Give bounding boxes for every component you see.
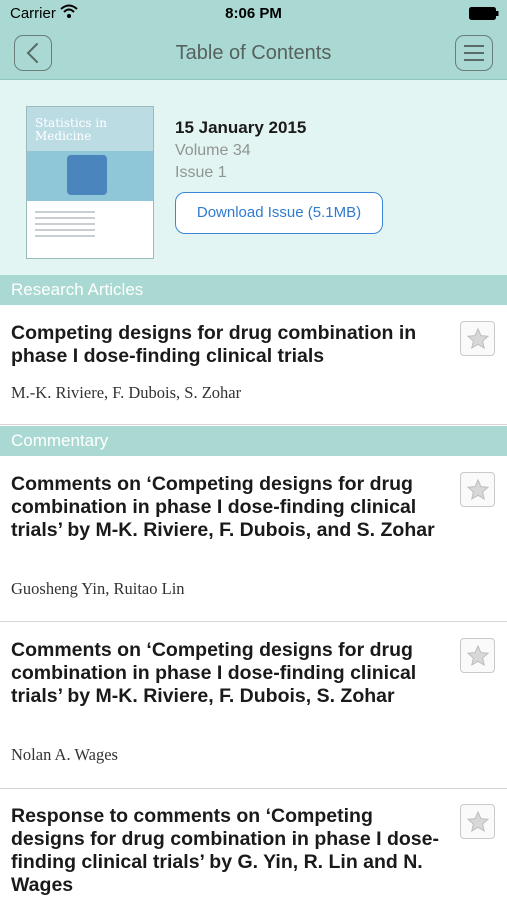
article-title: Comments on ‘Competing designs for drug … (11, 473, 435, 541)
article-title: Response to comments on ‘Competing desig… (11, 805, 439, 896)
favorite-button[interactable] (460, 804, 495, 839)
cover-title: Statistics in Medicine (35, 116, 107, 143)
article-authors: M.-K. Riviere, F. Dubois, S. Zohar (11, 383, 242, 402)
issue-volume: Volume 34 (175, 142, 251, 159)
star-icon (466, 478, 490, 501)
status-bar: Carrier 8:06 PM (0, 0, 507, 28)
article-authors: Guosheng Yin, Ruitao Lin (11, 579, 185, 598)
section-header-commentary: Commentary (0, 426, 507, 456)
favorite-button[interactable] (460, 472, 495, 507)
issue-number: Issue 1 (175, 164, 227, 181)
issue-date: 15 January 2015 (175, 118, 307, 137)
battery-icon (469, 7, 499, 20)
favorite-button[interactable] (460, 638, 495, 673)
section-header-research-articles: Research Articles (0, 275, 507, 305)
star-icon (466, 810, 490, 833)
cover-text-lines (35, 211, 95, 241)
status-time: 8:06 PM (225, 5, 282, 22)
article-item[interactable]: Comments on ‘Competing designs for drug … (0, 456, 507, 622)
cover-artwork (67, 155, 107, 195)
issue-header: Statistics in Medicine 15 January 2015 V… (0, 80, 507, 275)
article-item[interactable]: Comments on ‘Competing designs for drug … (0, 623, 507, 789)
article-item[interactable]: Competing designs for drug combination i… (0, 305, 507, 425)
favorite-button[interactable] (460, 321, 495, 356)
star-icon (466, 644, 490, 667)
menu-button[interactable] (455, 35, 493, 71)
article-title: Competing designs for drug combination i… (11, 322, 417, 367)
page-title: Table of Contents (175, 42, 332, 64)
article-item[interactable]: Response to comments on ‘Competing desig… (0, 790, 507, 900)
navigation-bar: Table of Contents (0, 28, 507, 80)
hamburger-menu-icon (464, 45, 484, 61)
article-authors: Nolan A. Wages (11, 745, 118, 764)
journal-cover-image[interactable]: Statistics in Medicine (26, 106, 154, 259)
article-title: Comments on ‘Competing designs for drug … (11, 639, 417, 707)
download-issue-button[interactable]: Download Issue (5.1MB) (175, 192, 383, 234)
star-icon (466, 327, 490, 350)
